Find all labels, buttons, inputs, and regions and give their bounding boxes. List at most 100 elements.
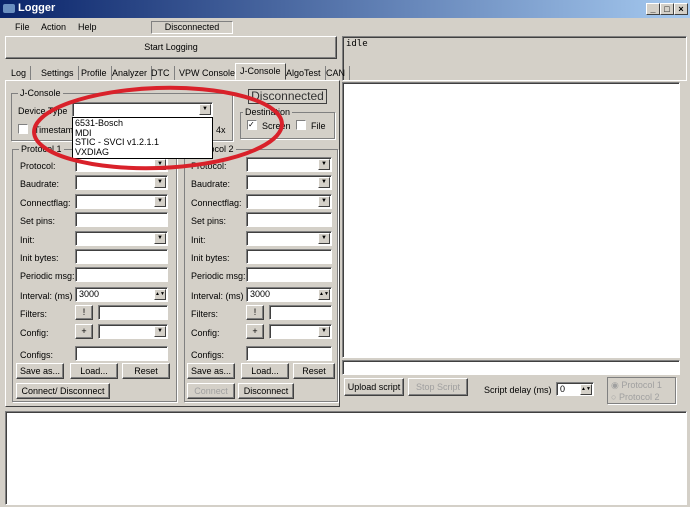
field-init[interactable]: ▼ bbox=[75, 231, 168, 246]
option-4x-label: 4x bbox=[216, 125, 226, 135]
group-label: Protocol 1 bbox=[19, 144, 64, 154]
field-label: Interval: (ms) bbox=[191, 291, 244, 301]
file-checkbox[interactable] bbox=[296, 120, 306, 130]
load-button[interactable]: Load... bbox=[241, 363, 289, 379]
chevron-down-icon[interactable]: ▼ bbox=[154, 233, 166, 244]
command-input[interactable] bbox=[342, 360, 680, 375]
spinner-icon[interactable]: ▲▼ bbox=[318, 289, 330, 300]
field-filters[interactable] bbox=[269, 305, 332, 320]
field-config[interactable]: ▼ bbox=[269, 324, 332, 339]
scrollbar[interactable] bbox=[680, 82, 687, 358]
log-output[interactable] bbox=[5, 411, 687, 505]
field-label: Filters: bbox=[191, 309, 218, 319]
chevron-down-icon[interactable]: ▼ bbox=[154, 196, 166, 207]
spinner-icon[interactable]: ▲▼ bbox=[154, 289, 166, 300]
device-type-label: Device Type bbox=[18, 106, 68, 116]
save-as-button[interactable]: Save as... bbox=[16, 363, 64, 379]
chevron-down-icon[interactable]: ▼ bbox=[199, 104, 211, 115]
group-label: J-Console bbox=[18, 88, 63, 98]
field-init-bytes[interactable] bbox=[75, 249, 168, 264]
file-label: File bbox=[311, 121, 326, 131]
field-label: Set pins: bbox=[191, 216, 227, 226]
chevron-down-icon[interactable]: ▼ bbox=[318, 177, 330, 188]
script-delay-input[interactable]: 0 ▲▼ bbox=[556, 382, 594, 396]
filters-button[interactable]: ! bbox=[246, 305, 264, 320]
upload-script-button[interactable]: Upload script bbox=[344, 378, 404, 396]
tab-settings[interactable]: Settings bbox=[37, 66, 79, 80]
field-label: Configs: bbox=[20, 350, 54, 360]
radio-protocol-2[interactable]: ○ Protocol 2 bbox=[611, 392, 659, 402]
save-as-button[interactable]: Save as... bbox=[187, 363, 235, 379]
chevron-down-icon[interactable]: ▼ bbox=[154, 159, 166, 170]
field-label: Connectflag: bbox=[191, 198, 242, 208]
field-label: Periodic msg: bbox=[191, 271, 246, 281]
field-configs[interactable] bbox=[246, 346, 332, 361]
field-init[interactable]: ▼ bbox=[246, 231, 332, 246]
field-set-pins[interactable] bbox=[246, 212, 332, 227]
chevron-down-icon[interactable]: ▼ bbox=[318, 326, 330, 337]
field-filters[interactable] bbox=[98, 305, 168, 320]
field-label: Baudrate: bbox=[20, 179, 60, 189]
connect-disconnect-button[interactable]: Connect/ Disconnect bbox=[16, 383, 110, 399]
minimize-button[interactable]: _ bbox=[646, 3, 660, 15]
stop-script-button[interactable]: Stop Script bbox=[408, 378, 468, 396]
field-periodic-msg[interactable] bbox=[75, 267, 168, 282]
connection-status: Disconnected bbox=[151, 21, 233, 34]
connect-button[interactable]: Connect bbox=[187, 383, 235, 399]
load-button[interactable]: Load... bbox=[70, 363, 118, 379]
menu-action[interactable]: Action bbox=[41, 22, 66, 32]
field-label: Protocol: bbox=[191, 161, 227, 171]
tab-can[interactable]: CAN bbox=[322, 66, 351, 80]
field-baudrate[interactable]: ▼ bbox=[246, 175, 332, 190]
reset-button[interactable]: Reset bbox=[293, 363, 335, 379]
console-output[interactable] bbox=[342, 82, 680, 358]
reset-button[interactable]: Reset bbox=[122, 363, 170, 379]
tab-log[interactable]: Log bbox=[7, 66, 32, 80]
field-connectflag[interactable]: ▼ bbox=[246, 194, 332, 209]
field-label: Config: bbox=[191, 328, 220, 338]
menu-file[interactable]: File bbox=[15, 22, 30, 32]
field-connectflag[interactable]: ▼ bbox=[75, 194, 168, 209]
field-configs[interactable] bbox=[75, 346, 168, 361]
window-title: Logger bbox=[18, 2, 56, 14]
field-config[interactable]: ▼ bbox=[98, 324, 168, 339]
tab-j-console[interactable]: J-Console bbox=[235, 63, 286, 80]
screen-checkbox[interactable]: ✓ bbox=[247, 120, 257, 130]
field-protocol[interactable]: ▼ bbox=[75, 157, 168, 172]
tab-dtc[interactable]: DTC bbox=[147, 66, 175, 80]
script-delay-label: Script delay (ms) bbox=[484, 385, 552, 395]
timestamp-checkbox[interactable] bbox=[18, 124, 28, 134]
chevron-down-icon[interactable]: ▼ bbox=[318, 159, 330, 170]
field-label: Init bytes: bbox=[191, 253, 230, 263]
spinner-icon[interactable]: ▲▼ bbox=[580, 384, 592, 395]
disconnect-button[interactable]: Disconnect bbox=[238, 383, 294, 399]
close-button[interactable]: × bbox=[674, 3, 688, 15]
screen-label: Screen bbox=[262, 121, 291, 131]
config-add-button[interactable]: + bbox=[75, 324, 93, 339]
field-protocol[interactable]: ▼ bbox=[246, 157, 332, 172]
filters-button[interactable]: ! bbox=[75, 305, 93, 320]
field-interval-ms[interactable]: 3000 ▲▼ bbox=[246, 287, 332, 302]
radio-protocol-1[interactable]: ◉ Protocol 1 bbox=[611, 380, 662, 391]
chevron-down-icon[interactable]: ▼ bbox=[154, 177, 166, 188]
menu-help[interactable]: Help bbox=[78, 22, 97, 32]
field-periodic-msg[interactable] bbox=[246, 267, 332, 282]
tab-profile[interactable]: Profile bbox=[77, 66, 112, 80]
chevron-down-icon[interactable]: ▼ bbox=[318, 233, 330, 244]
tab-analyzer[interactable]: Analyzer bbox=[108, 66, 153, 80]
status-output: idle bbox=[342, 36, 687, 81]
chevron-down-icon[interactable]: ▼ bbox=[318, 196, 330, 207]
field-init-bytes[interactable] bbox=[246, 249, 332, 264]
device-option[interactable]: 6531-Bosch bbox=[75, 118, 210, 129]
field-interval-ms[interactable]: 3000 ▲▼ bbox=[75, 287, 168, 302]
maximize-button[interactable]: □ bbox=[660, 3, 674, 15]
tab-vpw-console[interactable]: VPW Console bbox=[175, 66, 241, 80]
device-type-combo[interactable]: ▼ bbox=[72, 102, 213, 117]
field-set-pins[interactable] bbox=[75, 212, 168, 227]
config-add-button[interactable]: + bbox=[246, 324, 264, 339]
tab-algotest[interactable]: AlgoTest bbox=[282, 66, 326, 80]
start-logging-button[interactable]: Start Logging bbox=[5, 36, 337, 59]
chevron-down-icon[interactable]: ▼ bbox=[154, 326, 166, 337]
field-baudrate[interactable]: ▼ bbox=[75, 175, 168, 190]
device-option[interactable]: VXDIAG bbox=[75, 147, 210, 158]
